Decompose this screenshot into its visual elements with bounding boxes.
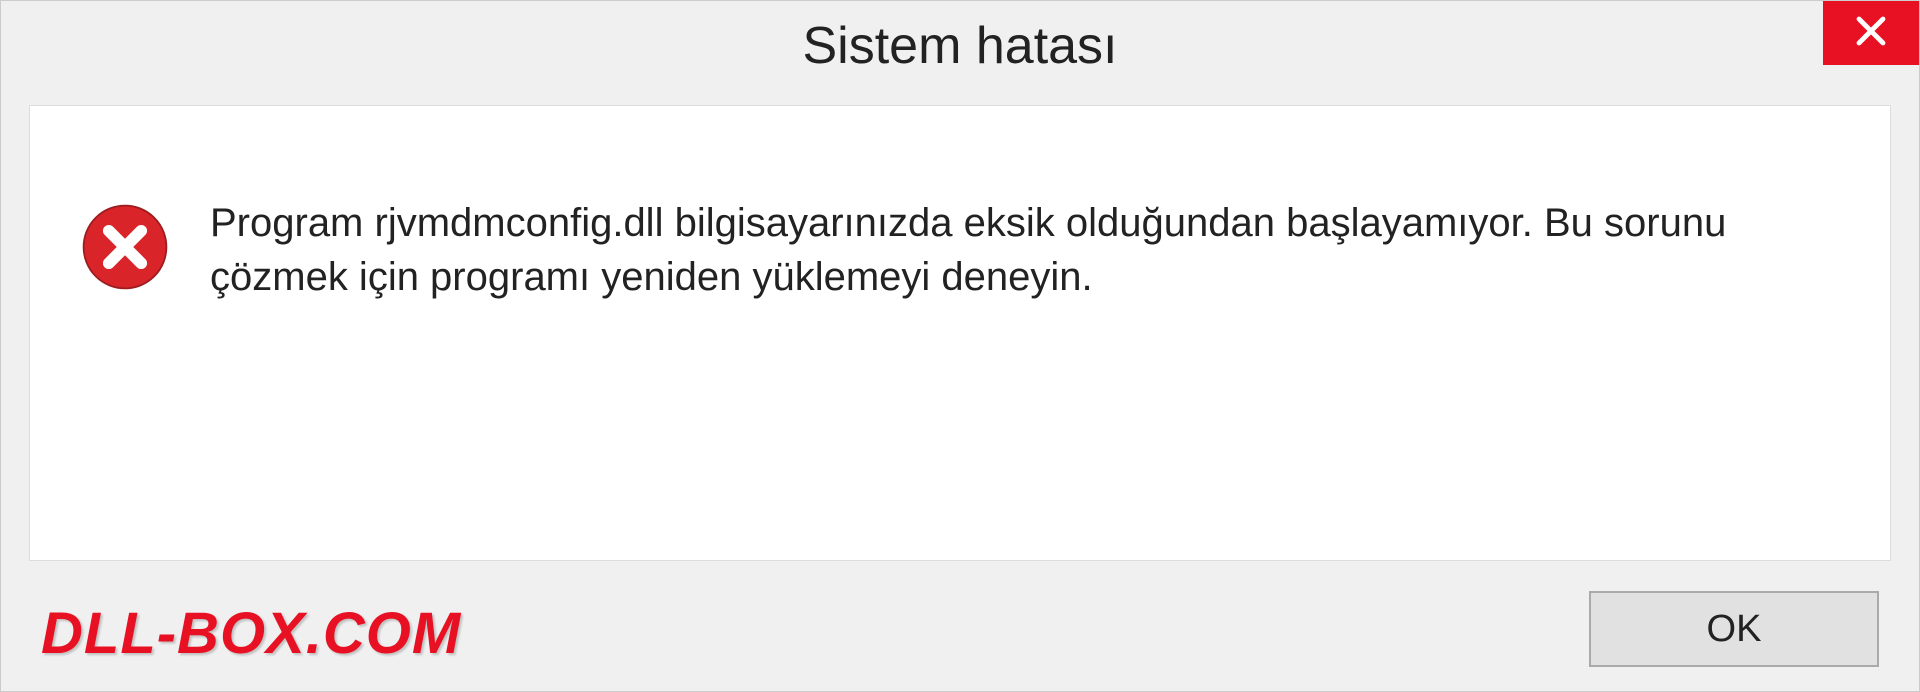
error-message: Program rjvmdmconfig.dll bilgisayarınızd… xyxy=(210,196,1790,304)
error-icon xyxy=(80,202,170,292)
footer-bar: DLL-BOX.COM OK xyxy=(1,561,1919,691)
error-dialog: Sistem hatası Program rjvmdmconfig.dll b… xyxy=(0,0,1920,692)
close-button[interactable] xyxy=(1823,1,1919,65)
logo-text: DLL-BOX.COM xyxy=(41,600,461,667)
content-area: Program rjvmdmconfig.dll bilgisayarınızd… xyxy=(29,105,1891,561)
close-icon xyxy=(1853,13,1889,54)
ok-button[interactable]: OK xyxy=(1589,591,1879,667)
title-bar: Sistem hatası xyxy=(1,1,1919,91)
dialog-title: Sistem hatası xyxy=(802,16,1117,76)
ok-button-label: OK xyxy=(1707,608,1762,651)
